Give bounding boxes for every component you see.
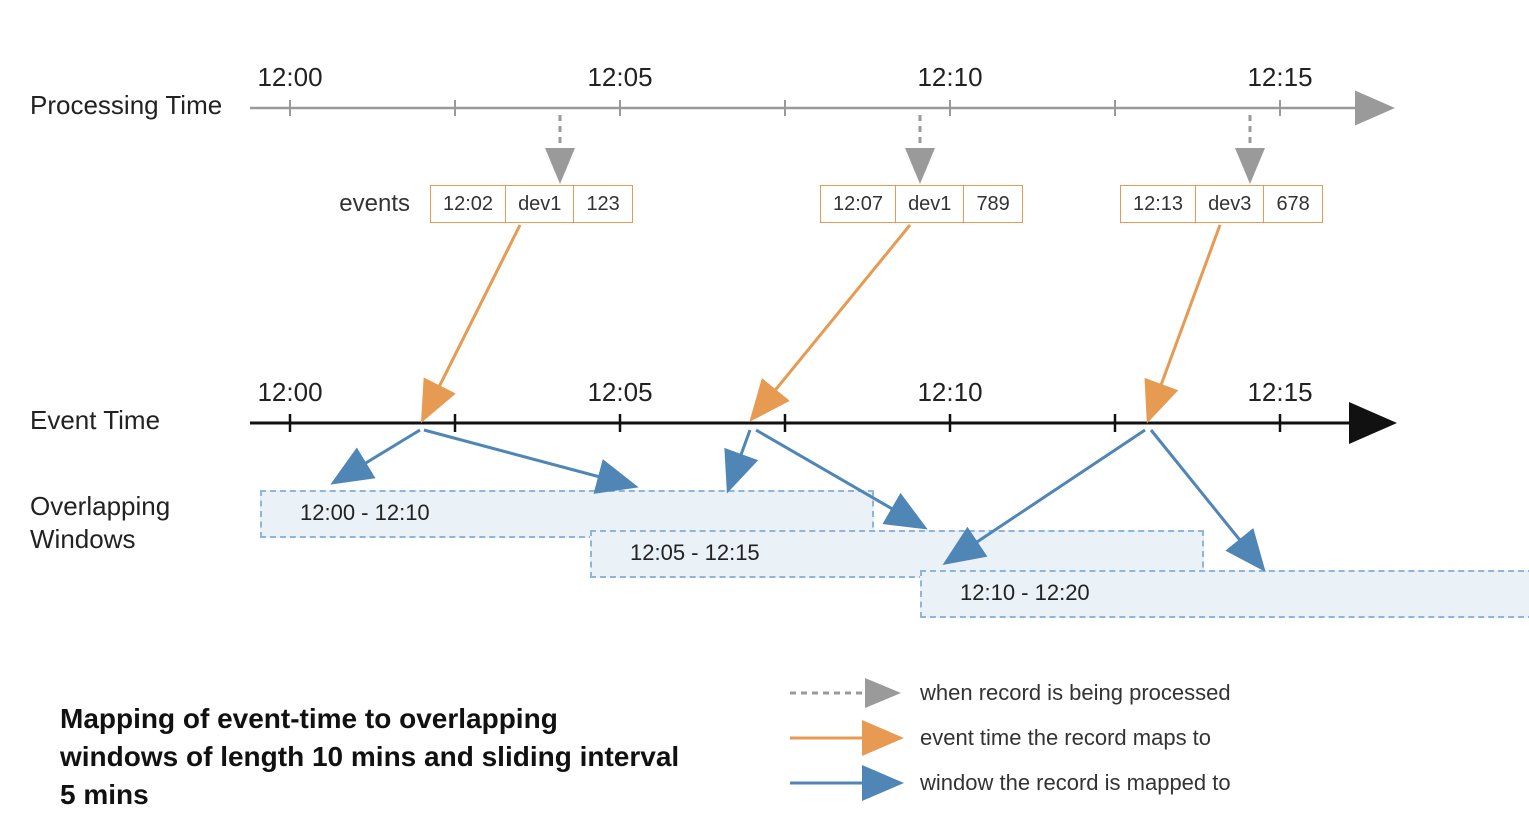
window-txt-1: 12:05 - 12:15 bbox=[630, 540, 760, 566]
evt2-val: 678 bbox=[1264, 186, 1321, 222]
window-txt-0: 12:00 - 12:10 bbox=[300, 500, 430, 526]
evt2-time: 12:13 bbox=[1121, 186, 1196, 222]
ptick-2: 12:10 bbox=[917, 62, 982, 93]
evt1-time: 12:07 bbox=[821, 186, 896, 222]
event-box-1: 12:07 dev1 789 bbox=[820, 185, 1023, 223]
legend-window: window the record is mapped to bbox=[920, 770, 1231, 796]
event-box-0: 12:02 dev1 123 bbox=[430, 185, 633, 223]
event-box-2: 12:13 dev3 678 bbox=[1120, 185, 1323, 223]
label-events: events bbox=[330, 190, 410, 218]
evt2-dev: dev3 bbox=[1196, 186, 1264, 222]
etick-3: 12:15 bbox=[1247, 377, 1312, 408]
diagram-caption: Mapping of event-time to overlapping win… bbox=[60, 700, 680, 813]
ptick-1: 12:05 bbox=[587, 62, 652, 93]
legend-processed: when record is being processed bbox=[920, 680, 1231, 706]
label-processing-time: Processing Time bbox=[30, 90, 222, 121]
evt0-dev: dev1 bbox=[506, 186, 574, 222]
legend-maps-to: event time the record maps to bbox=[920, 725, 1211, 751]
etick-1: 12:05 bbox=[587, 377, 652, 408]
ptick-0: 12:00 bbox=[257, 62, 322, 93]
window-txt-2: 12:10 - 12:20 bbox=[960, 580, 1090, 606]
evt0-time: 12:02 bbox=[431, 186, 506, 222]
etick-2: 12:10 bbox=[917, 377, 982, 408]
ptick-3: 12:15 bbox=[1247, 62, 1312, 93]
evt0-val: 123 bbox=[574, 186, 631, 222]
evt1-val: 789 bbox=[964, 186, 1021, 222]
etick-0: 12:00 bbox=[257, 377, 322, 408]
label-overlapping-windows: Overlapping Windows bbox=[30, 490, 190, 555]
evt1-dev: dev1 bbox=[896, 186, 964, 222]
label-event-time: Event Time bbox=[30, 405, 160, 436]
